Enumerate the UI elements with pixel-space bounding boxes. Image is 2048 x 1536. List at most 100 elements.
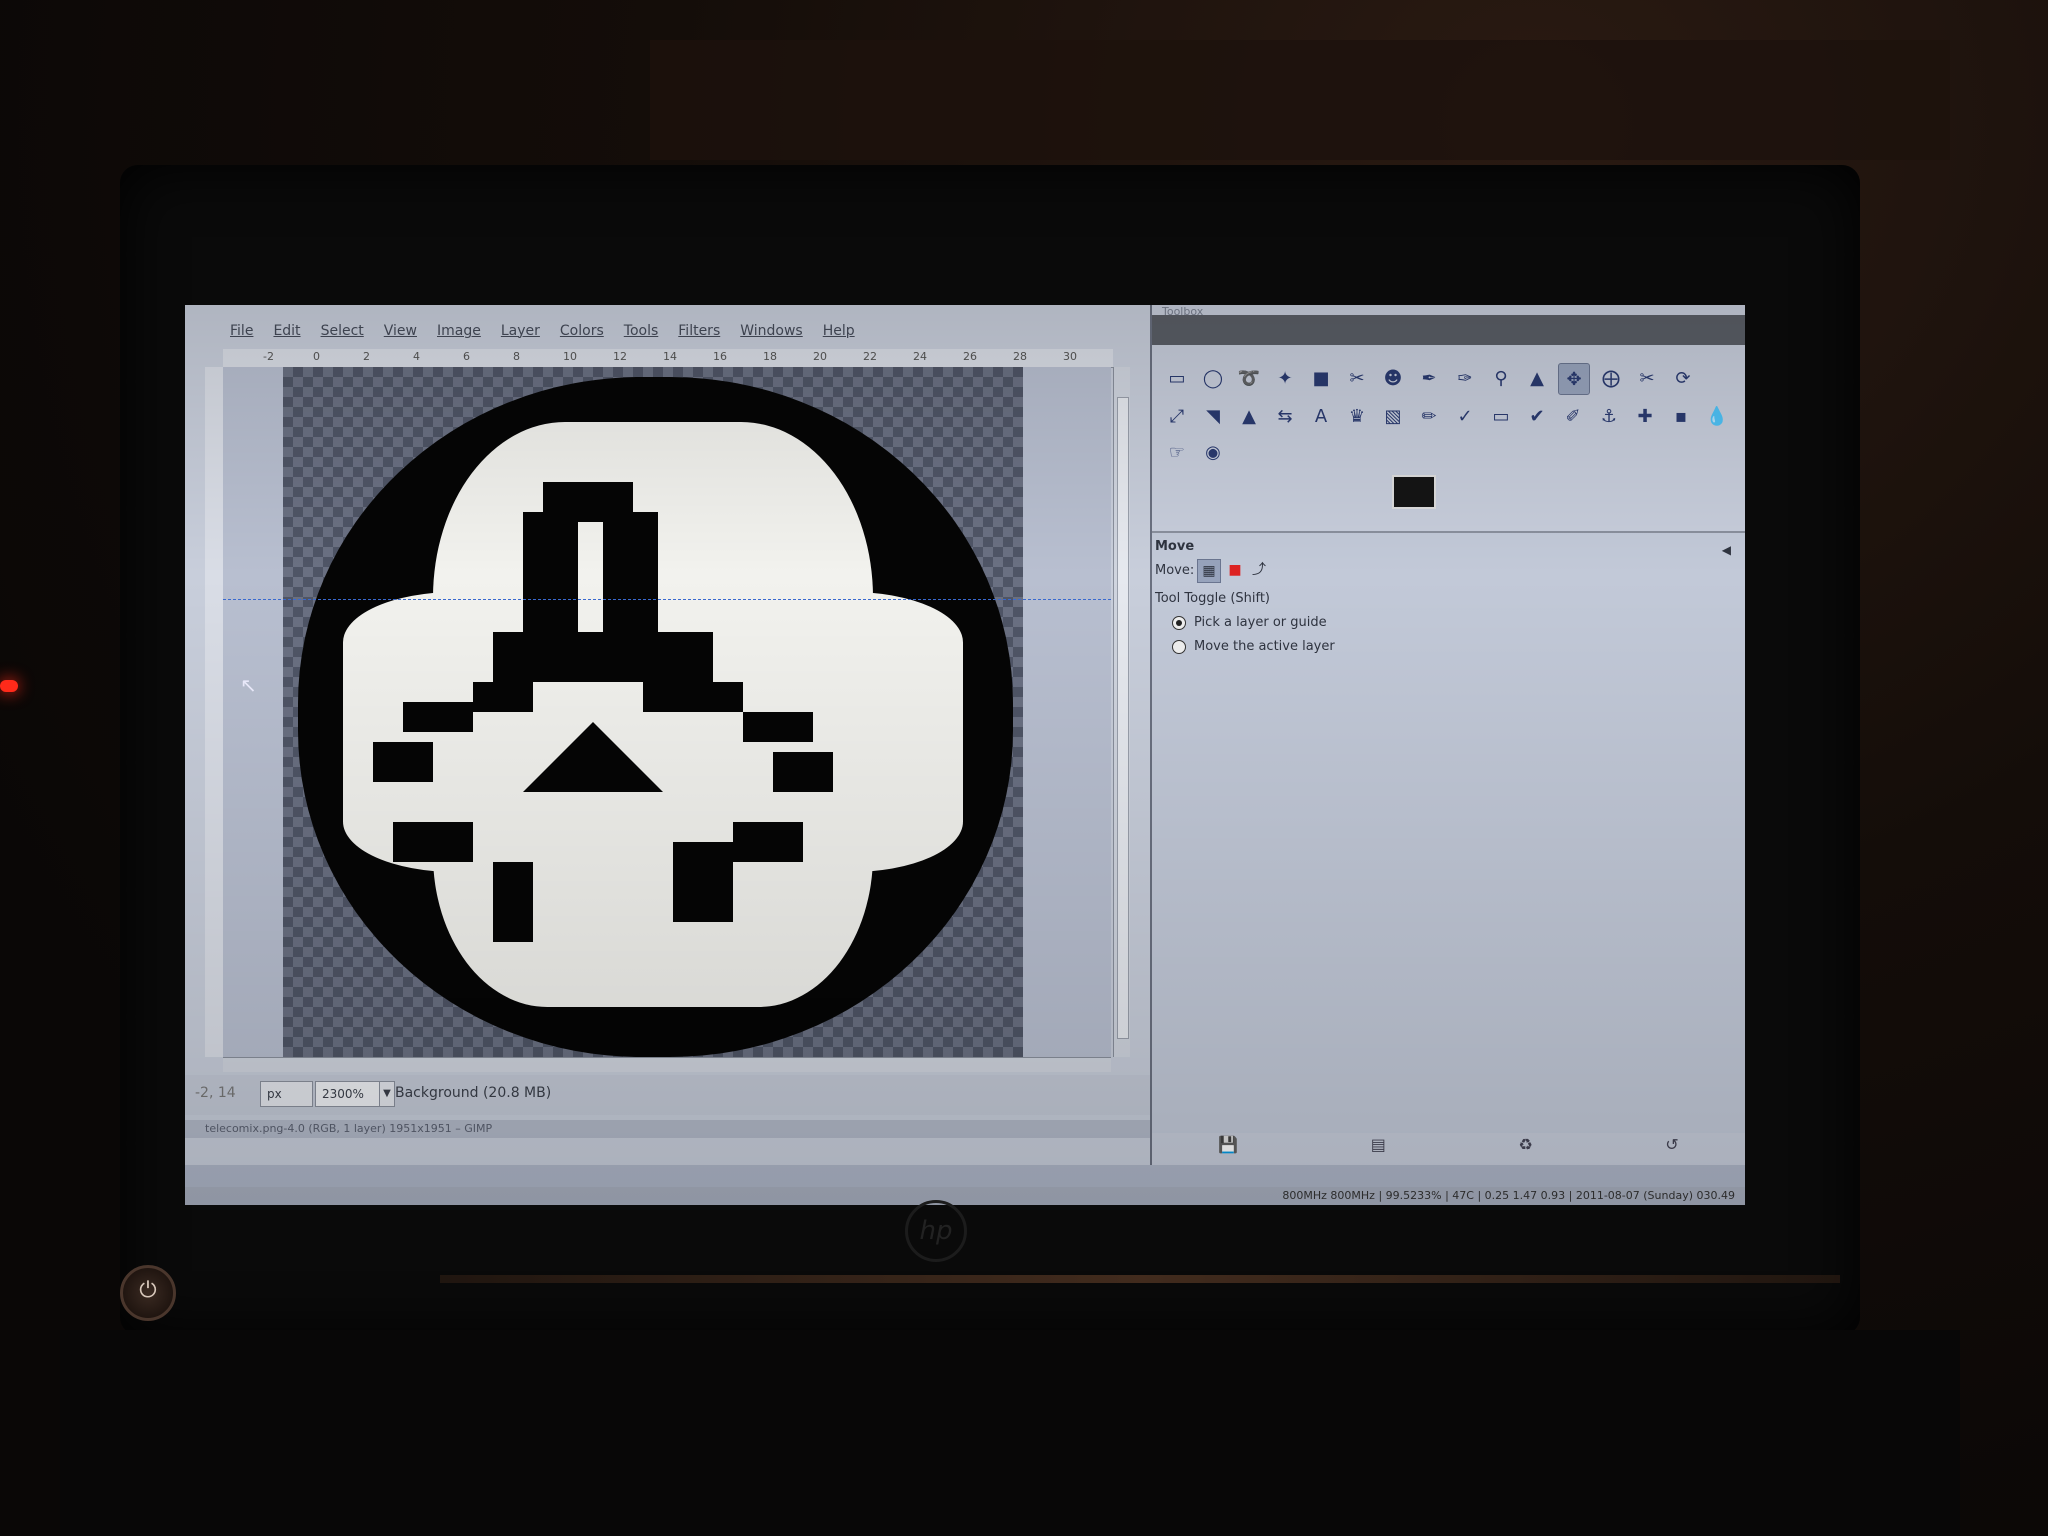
color-swatches[interactable] <box>1392 475 1456 525</box>
ruler-tick: 16 <box>713 350 727 363</box>
horizontal-scrollbar[interactable] <box>223 1057 1111 1072</box>
foreground-select-icon[interactable]: ☻ <box>1378 363 1408 393</box>
menu-layer[interactable]: Layer <box>501 323 540 345</box>
measure-icon[interactable]: ▲ <box>1522 363 1552 393</box>
delete-options-icon[interactable]: ♻ <box>1518 1135 1532 1154</box>
menu-file[interactable]: File <box>230 323 253 345</box>
background-shelf <box>650 40 1950 160</box>
zoom-field[interactable]: 2300% <box>315 1081 385 1107</box>
paths-icon[interactable]: ✒ <box>1414 363 1444 393</box>
move-icon[interactable]: ✥ <box>1558 363 1590 395</box>
unit-select[interactable]: px <box>260 1081 313 1107</box>
scroll-thumb[interactable] <box>1117 397 1129 1039</box>
crop-icon[interactable]: ✂ <box>1632 363 1662 393</box>
status-bar: -2, 14 px 2300% ▼ Background (20.8 MB) <box>185 1075 1150 1115</box>
layer-info: Background (20.8 MB) <box>395 1085 552 1101</box>
reset-options-icon[interactable]: ↺ <box>1665 1135 1678 1154</box>
radio-dot[interactable] <box>1172 639 1186 654</box>
ruler-tick: 0 <box>313 350 320 363</box>
menu-view[interactable]: View <box>384 323 417 345</box>
led-light <box>0 680 18 692</box>
menu-colors[interactable]: Colors <box>560 323 604 345</box>
menu-tools[interactable]: Tools <box>624 323 659 345</box>
ruler-tick: 10 <box>563 350 577 363</box>
image-window: File Edit Select View Image Layer Colors… <box>185 305 1152 1165</box>
airbrush-icon[interactable]: ✔ <box>1522 401 1552 431</box>
radio-pick-layer[interactable]: Pick a layer or guide <box>1172 615 1327 630</box>
menu-filters[interactable]: Filters <box>678 323 720 345</box>
paintbrush-icon[interactable]: ✓ <box>1450 401 1480 431</box>
ruler-tick: 28 <box>1013 350 1027 363</box>
blur-icon[interactable]: 💧 <box>1702 401 1732 431</box>
ruler-tick: 22 <box>863 350 877 363</box>
radio-label: Pick a layer or guide <box>1194 615 1327 630</box>
laptop-hinge <box>440 1275 1840 1283</box>
menu-select[interactable]: Select <box>321 323 364 345</box>
menu-help[interactable]: Help <box>823 323 855 345</box>
dodge-icon[interactable]: ◉ <box>1198 437 1228 467</box>
perspective-clone-icon[interactable]: ▪ <box>1666 401 1696 431</box>
bucket-fill-icon[interactable]: ♛ <box>1342 401 1372 431</box>
face-black-block <box>773 752 833 792</box>
move-selection-icon[interactable]: ■ <box>1224 559 1246 581</box>
collapse-icon[interactable]: ◀ <box>1722 543 1731 557</box>
rotate-icon[interactable]: ⟳ <box>1668 363 1698 393</box>
color-picker-icon[interactable]: ✑ <box>1450 363 1480 393</box>
move-path-icon[interactable]: ⤴ <box>1248 559 1270 581</box>
horizontal-ruler[interactable]: -2 0 2 4 6 8 10 12 14 16 18 20 22 24 26 … <box>223 349 1113 368</box>
perspective-icon[interactable]: ▲ <box>1234 401 1264 431</box>
clone-icon[interactable]: ⚓ <box>1594 401 1624 431</box>
scale-icon[interactable]: ⤢ <box>1162 401 1192 431</box>
restore-options-icon[interactable]: ▤ <box>1371 1135 1386 1154</box>
menu-image[interactable]: Image <box>437 323 481 345</box>
foreground-color[interactable] <box>1392 475 1436 509</box>
ruler-tick: 14 <box>663 350 677 363</box>
power-icon[interactable]: ⏻ <box>120 1265 176 1321</box>
flip-icon[interactable]: ⇆ <box>1270 401 1300 431</box>
lasso-icon[interactable]: ➰ <box>1234 363 1264 393</box>
face-black-block <box>523 512 578 642</box>
ruler-tick: 4 <box>413 350 420 363</box>
menu-edit[interactable]: Edit <box>273 323 300 345</box>
vertical-ruler[interactable] <box>205 367 224 1057</box>
smudge-icon[interactable]: ☞ <box>1162 437 1192 467</box>
align-icon[interactable]: ⨁ <box>1596 363 1626 393</box>
window-title: telecomix.png-4.0 (RGB, 1 layer) 1951x19… <box>185 1120 1150 1138</box>
blend-icon[interactable]: ▧ <box>1378 401 1408 431</box>
zoom-icon[interactable]: ⚲ <box>1486 363 1516 393</box>
face-black-block <box>673 842 733 922</box>
rect-select-icon[interactable]: ▭ <box>1162 363 1192 393</box>
ruler-tick: 30 <box>1063 350 1077 363</box>
move-layer-icon[interactable]: ▦ <box>1197 559 1221 583</box>
vertical-scrollbar[interactable] <box>1113 367 1130 1057</box>
ruler-tick: 18 <box>763 350 777 363</box>
pencil-icon[interactable]: ✏ <box>1414 401 1444 431</box>
tool-toggle-label: Tool Toggle (Shift) <box>1155 591 1271 606</box>
shear-icon[interactable]: ◥ <box>1198 401 1228 431</box>
system-bar: 800MHz 800MHz | 99.5233% | 47C | 0.25 1.… <box>185 1187 1745 1205</box>
fuzzy-select-icon[interactable]: ✦ <box>1270 363 1300 393</box>
face-black-block <box>473 682 533 712</box>
save-options-icon[interactable]: 💾 <box>1218 1135 1238 1154</box>
face-black-block <box>403 702 473 732</box>
face-black-block <box>733 822 803 862</box>
ellipse-select-icon[interactable]: ◯ <box>1198 363 1228 393</box>
scissors-icon[interactable]: ✂ <box>1342 363 1372 393</box>
chevron-down-icon[interactable]: ▼ <box>379 1081 395 1107</box>
tool-options-title: Move <box>1155 539 1195 554</box>
radio-move-active[interactable]: Move the active layer <box>1172 639 1335 654</box>
image-canvas[interactable] <box>223 367 1111 1057</box>
ruler-tick: -2 <box>263 350 274 363</box>
ink-icon[interactable]: ✐ <box>1558 401 1588 431</box>
text-icon[interactable]: A <box>1306 401 1336 431</box>
guide-line[interactable] <box>223 599 1111 600</box>
color-select-icon[interactable]: ■ <box>1306 363 1336 393</box>
menu-windows[interactable]: Windows <box>740 323 803 345</box>
radio-dot[interactable] <box>1172 615 1186 630</box>
heal-icon[interactable]: ✚ <box>1630 401 1660 431</box>
face-black-block <box>373 742 433 782</box>
eraser-icon[interactable]: ▭ <box>1486 401 1516 431</box>
face-black-block <box>643 682 743 712</box>
ruler-tick: 24 <box>913 350 927 363</box>
logo-face <box>343 422 963 1007</box>
